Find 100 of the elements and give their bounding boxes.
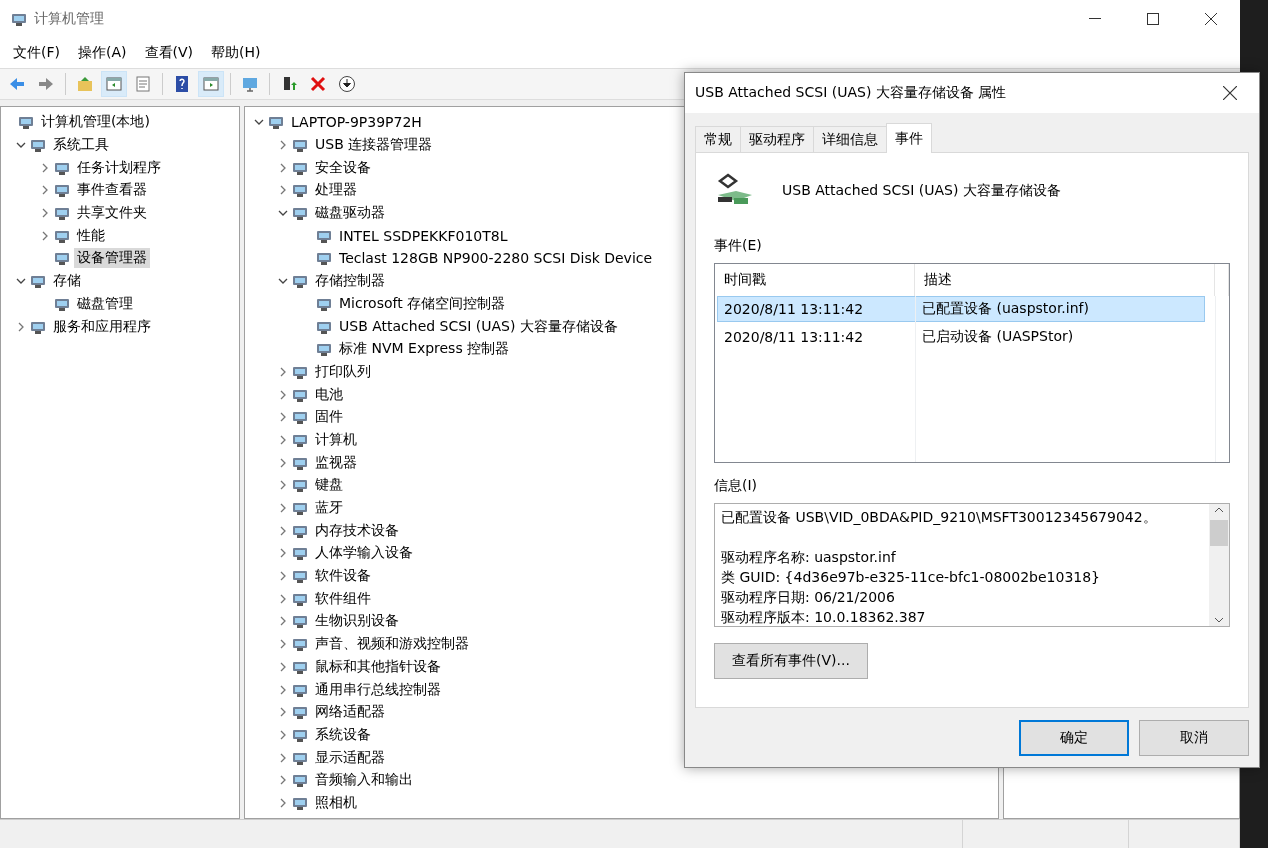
- chevron-right-icon[interactable]: [279, 797, 287, 808]
- chevron-right-icon[interactable]: [41, 185, 49, 196]
- menu-item[interactable]: 操作(A): [69, 40, 136, 66]
- tree-item[interactable]: 事件查看器: [74, 180, 150, 201]
- tree-item[interactable]: 固件: [312, 407, 346, 428]
- chevron-right-icon[interactable]: [41, 162, 49, 173]
- monitor-icon: [241, 75, 259, 93]
- tree-item[interactable]: 显示适配器: [312, 747, 388, 768]
- chevron-right-icon[interactable]: [279, 434, 287, 445]
- chevron-right-icon[interactable]: [17, 321, 25, 332]
- tab[interactable]: 事件: [886, 123, 932, 153]
- chevron-right-icon[interactable]: [279, 480, 287, 491]
- tree-item[interactable]: 服务和应用程序: [50, 316, 154, 337]
- minimize-icon[interactable]: [1089, 18, 1101, 20]
- tree-item[interactable]: LAPTOP-9P39P72H: [288, 113, 425, 132]
- tree-item[interactable]: 内存技术设备: [312, 520, 402, 541]
- tree-item[interactable]: USB Attached SCSI (UAS) 大容量存储设备: [336, 316, 621, 337]
- chevron-down-icon[interactable]: [278, 277, 288, 285]
- close-icon[interactable]: [1223, 86, 1237, 100]
- tree-item[interactable]: 鼠标和其他指针设备: [312, 656, 444, 677]
- scrollbar-thumb[interactable]: [1210, 520, 1228, 546]
- help-icon: [173, 75, 191, 93]
- device-icon: [291, 273, 309, 290]
- menu-item[interactable]: 查看(V): [135, 40, 202, 66]
- chevron-right-icon[interactable]: [279, 457, 287, 468]
- chevron-right-icon[interactable]: [279, 412, 287, 423]
- close-icon[interactable]: [1205, 13, 1217, 25]
- tree-item[interactable]: 计算机管理(本地): [38, 112, 153, 133]
- event-row[interactable]: 2020/8/11 13:11:42 已配置设备 (uaspstor.inf): [717, 296, 1205, 322]
- chevron-right-icon[interactable]: [279, 185, 287, 196]
- tree-item[interactable]: 存储控制器: [312, 271, 388, 292]
- tree-item[interactable]: 蓝牙: [312, 498, 346, 519]
- chevron-right-icon[interactable]: [279, 639, 287, 650]
- properties-icon: [134, 75, 152, 93]
- tree-item[interactable]: 系统设备: [312, 724, 374, 745]
- tree-item[interactable]: 生物识别设备: [312, 611, 402, 632]
- chevron-right-icon[interactable]: [279, 525, 287, 536]
- tree-item[interactable]: 存储: [50, 271, 84, 292]
- tree-item[interactable]: 照相机: [312, 792, 360, 813]
- view-all-events-button[interactable]: 查看所有事件(V)...: [714, 643, 868, 679]
- tree-item[interactable]: 网络适配器: [312, 702, 388, 723]
- menu-item[interactable]: 帮助(H): [202, 40, 270, 66]
- tree-item[interactable]: 软件组件: [312, 588, 374, 609]
- event-row[interactable]: 2020/8/11 13:11:42 已启动设备 (UASPStor): [717, 324, 1205, 350]
- chevron-right-icon[interactable]: [279, 571, 287, 582]
- chevron-right-icon[interactable]: [279, 684, 287, 695]
- device-icon: [291, 477, 309, 494]
- tree-item[interactable]: Teclast 128GB NP900-2280 SCSI Disk Device: [336, 249, 656, 268]
- tree-item[interactable]: 磁盘管理: [74, 293, 136, 314]
- tree-item[interactable]: 电池: [312, 384, 346, 405]
- tree-item[interactable]: 音频输入和输出: [312, 770, 416, 791]
- tree-item[interactable]: 处理器: [312, 180, 360, 201]
- tree-item[interactable]: 通用串行总线控制器: [312, 679, 444, 700]
- tree-item[interactable]: 安全设备: [312, 157, 374, 178]
- chevron-right-icon[interactable]: [279, 661, 287, 672]
- device-icon: [291, 545, 309, 562]
- chevron-right-icon[interactable]: [279, 366, 287, 377]
- info-text-box[interactable]: 已配置设备 USB\VID_0BDA&PID_9210\MSFT30012345679042。 驱动程序名称: uaspstor.inf 类 GUID: {4d36e97b-e325-11ce-bfc1-08002be10318} 驱动程序日期: 06/21/2006 驱动程序版本: 10.0.18362.387: [714, 503, 1230, 627]
- tree-item[interactable]: INTEL SSDPEKKF010T8L: [336, 226, 511, 245]
- chevron-right-icon[interactable]: [279, 707, 287, 718]
- tree-item[interactable]: 打印队列: [312, 361, 374, 382]
- tree-pane-icon: [105, 75, 123, 93]
- tree-item[interactable]: 监视器: [312, 452, 360, 473]
- tree-item[interactable]: 软件设备: [312, 566, 374, 587]
- chevron-right-icon[interactable]: [279, 162, 287, 173]
- tree-item[interactable]: 人体学输入设备: [312, 543, 416, 564]
- tree-item[interactable]: 标准 NVM Express 控制器: [336, 339, 513, 360]
- tree-item[interactable]: USB 连接器管理器: [312, 135, 436, 156]
- chevron-right-icon[interactable]: [279, 503, 287, 514]
- chevron-right-icon[interactable]: [41, 230, 49, 241]
- tree-item[interactable]: 计算机: [312, 429, 360, 450]
- chevron-down-icon[interactable]: [278, 209, 288, 217]
- tree-item[interactable]: 任务计划程序: [74, 157, 164, 178]
- chevron-right-icon[interactable]: [41, 208, 49, 219]
- tree-item[interactable]: 键盘: [312, 475, 346, 496]
- tree-item[interactable]: Microsoft 存储空间控制器: [336, 293, 509, 314]
- tree-item[interactable]: 共享文件夹: [74, 203, 150, 224]
- chevron-down-icon[interactable]: [254, 118, 264, 126]
- chevron-right-icon[interactable]: [279, 140, 287, 151]
- chevron-right-icon[interactable]: [279, 752, 287, 763]
- chevron-down-icon[interactable]: [16, 277, 26, 285]
- tree-item[interactable]: 设备管理器: [74, 248, 150, 269]
- tree-item[interactable]: 系统工具: [50, 135, 112, 156]
- dialog-button[interactable]: 取消: [1139, 720, 1249, 756]
- chevron-right-icon[interactable]: [279, 775, 287, 786]
- device-icon: [291, 409, 309, 426]
- maximize-icon[interactable]: [1147, 13, 1159, 25]
- tree-item[interactable]: 磁盘驱动器: [312, 203, 388, 224]
- chevron-right-icon[interactable]: [279, 593, 287, 604]
- chevron-right-icon[interactable]: [279, 548, 287, 559]
- chevron-right-icon[interactable]: [279, 616, 287, 627]
- chevron-right-icon[interactable]: [279, 729, 287, 740]
- chevron-down-icon[interactable]: [16, 141, 26, 149]
- tree-item[interactable]: 声音、视频和游戏控制器: [312, 634, 472, 655]
- tab[interactable]: 常规: [695, 126, 741, 153]
- tree-item[interactable]: 性能: [74, 225, 108, 246]
- device-icon: [291, 500, 309, 517]
- menu-item[interactable]: 文件(F): [4, 40, 69, 66]
- dialog-button[interactable]: 确定: [1019, 720, 1129, 756]
- chevron-right-icon[interactable]: [279, 389, 287, 400]
